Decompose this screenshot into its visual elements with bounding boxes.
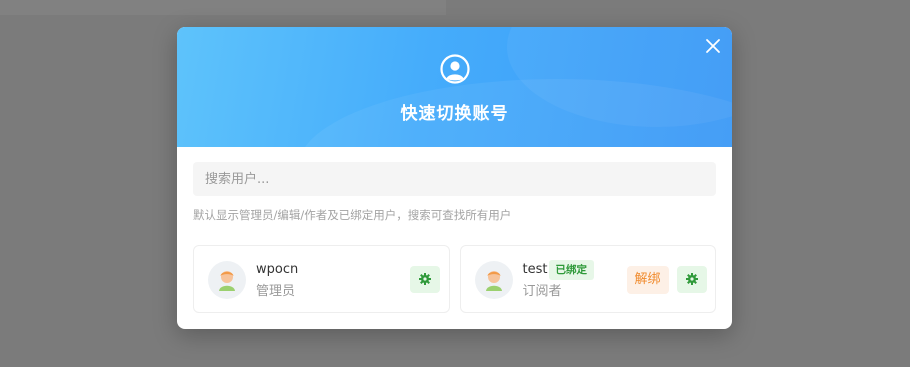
- avatar: [208, 261, 246, 299]
- search-hint: 默认显示管理员/编辑/作者及已绑定用户，搜索可查找所有用户: [193, 208, 512, 222]
- switch-account-modal: 快速切换账号 默认显示管理员/编辑/作者及已绑定用户，搜索可查找所有用户 wpo…: [177, 27, 732, 329]
- modal-body: 默认显示管理员/编辑/作者及已绑定用户，搜索可查找所有用户 wpocn 管理员: [177, 147, 732, 313]
- user-name: wpocn: [256, 262, 299, 277]
- gear-icon: [685, 273, 698, 285]
- bound-badge: 已绑定: [548, 260, 594, 280]
- user-card[interactable]: test 已绑定 订阅者 解绑: [459, 245, 716, 313]
- avatar: [474, 261, 513, 299]
- user-card[interactable]: wpocn 管理员: [193, 245, 450, 313]
- gear-icon: [419, 273, 431, 285]
- user-avatar-icon: [219, 271, 235, 291]
- unbind-button[interactable]: 解绑: [626, 266, 669, 294]
- user-name: test: [522, 262, 548, 277]
- user-role: 管理员: [256, 284, 296, 299]
- settings-button[interactable]: [410, 266, 440, 293]
- user-role: 订阅者: [522, 284, 562, 299]
- settings-button[interactable]: [676, 266, 707, 293]
- modal-header: 快速切换账号: [177, 27, 732, 147]
- user-avatar-icon: [485, 271, 502, 291]
- search-input[interactable]: [193, 162, 716, 196]
- close-icon[interactable]: [704, 37, 722, 55]
- user-circle-icon: [440, 54, 470, 84]
- user-list: wpocn 管理员 test 已绑定 订阅者 解绑: [193, 245, 716, 313]
- backdrop-top-strip: [0, 0, 446, 15]
- modal-title: 快速切换账号: [400, 104, 509, 124]
